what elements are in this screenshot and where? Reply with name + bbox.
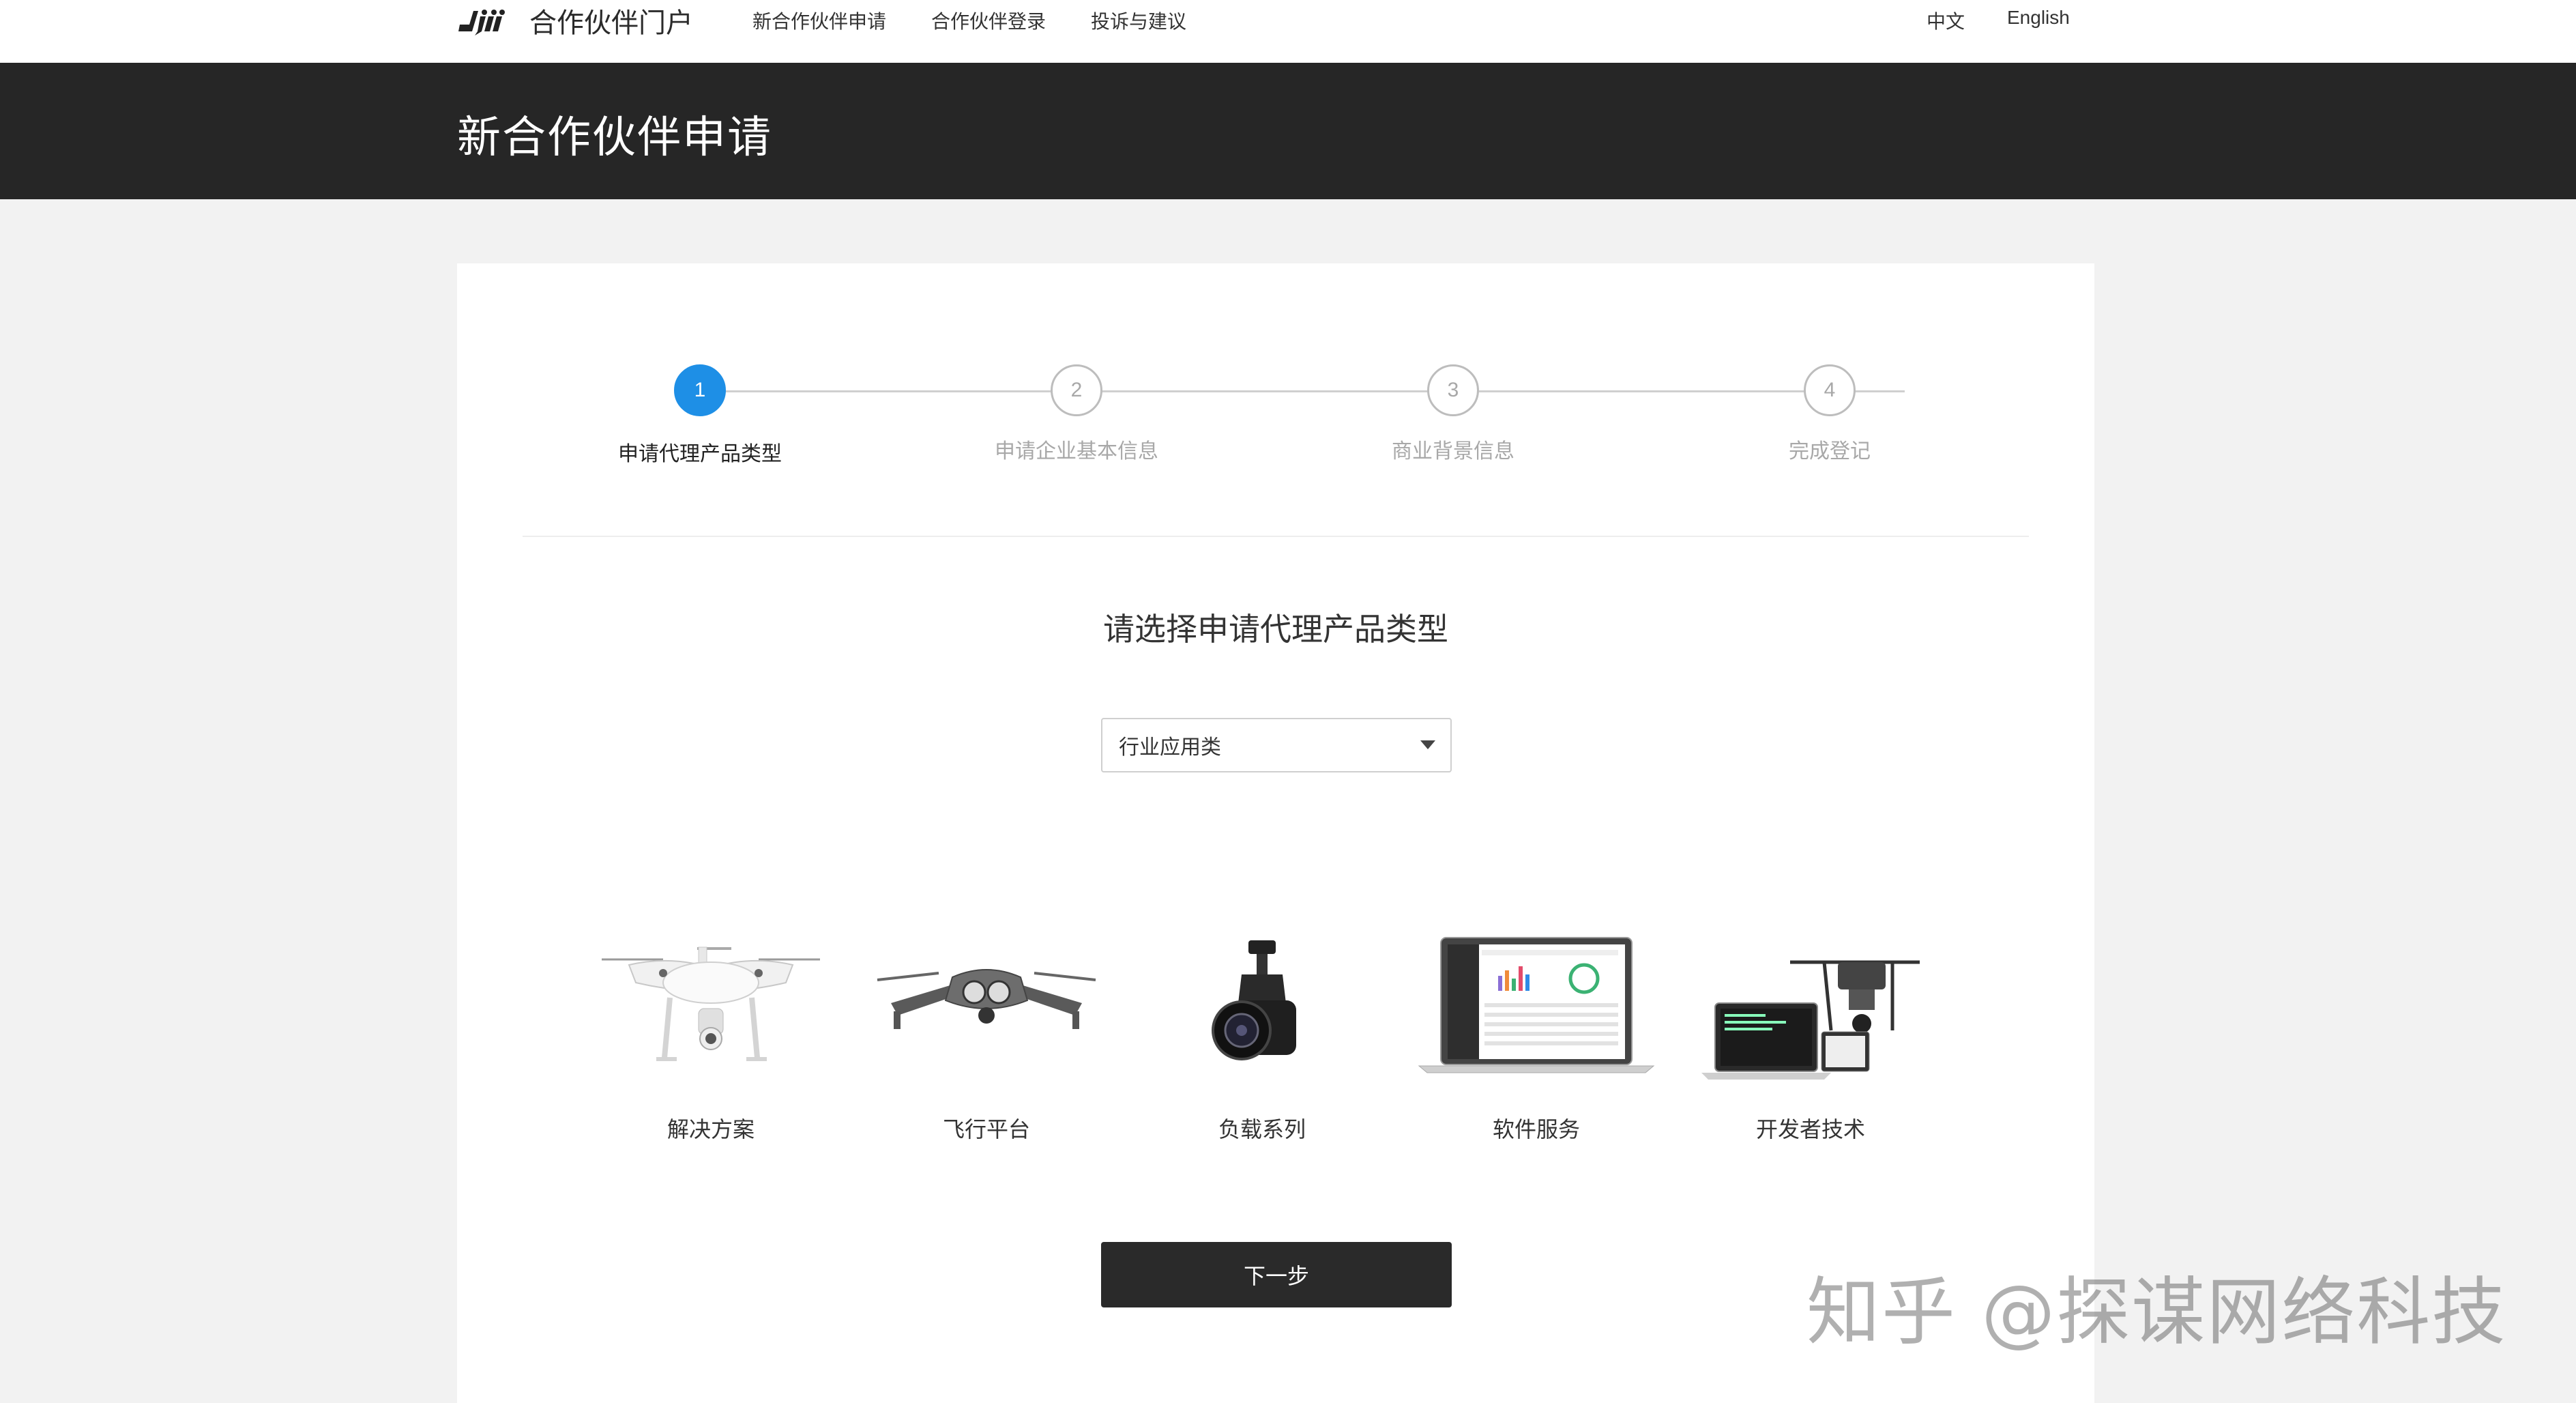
product-category-value: 行业应用类 <box>1119 736 1221 760</box>
product-label: 解决方案 <box>667 1116 755 1142</box>
lang-chinese[interactable]: 中文 <box>1927 7 1965 34</box>
watermark: 知乎 @探谋网络科技 <box>1806 1270 2507 1355</box>
product-option-payload[interactable]: 负载系列 <box>1139 935 1385 1160</box>
product-option-developer[interactable]: 开发者技术 <box>1688 935 1933 1160</box>
product-label: 开发者技术 <box>1755 1116 1865 1142</box>
section-title: 请选择申请代理产品类型 <box>1103 611 1448 648</box>
brand-logo[interactable]: 合作伙伴门户 <box>457 0 693 41</box>
lang-english[interactable]: English <box>2007 7 2070 29</box>
portal-name: 合作伙伴门户 <box>529 8 693 39</box>
main-nav: 新合作伙伴申请 合作伙伴登录 投诉与建议 <box>752 7 1186 34</box>
quadcopter-drone-icon <box>602 946 820 1061</box>
product-label: 负载系列 <box>1218 1116 1306 1142</box>
nav-new-partner-apply[interactable]: 新合作伙伴申请 <box>752 7 886 34</box>
next-step-button[interactable]: 下一步 <box>1101 1242 1452 1307</box>
step-4-label: 完成登记 <box>1789 439 1871 463</box>
step-1-circle: 1 <box>674 364 726 416</box>
foldable-drone-icon <box>877 969 1096 1029</box>
nav-complaints-suggestions[interactable]: 投诉与建议 <box>1091 7 1186 34</box>
product-label: 飞行平台 <box>942 1116 1030 1142</box>
application-card: 1 申请代理产品类型 2 申请企业基本信息 3 商业背景信息 4 完成登记 请选… <box>457 263 2094 1403</box>
laptop-dashboard-icon <box>1418 937 1655 1073</box>
page-title: 新合作伙伴申请 <box>457 113 772 163</box>
product-option-solutions[interactable]: 解决方案 <box>588 935 834 1160</box>
step-4-circle: 4 <box>1804 364 1856 416</box>
nav-partner-login[interactable]: 合作伙伴登录 <box>931 7 1046 34</box>
developer-drone-laptop-icon <box>1701 960 1920 1080</box>
step-3-label: 商业背景信息 <box>1392 439 1514 463</box>
page-banner: 新合作伙伴申请 <box>0 63 2576 199</box>
step-2-circle: 2 <box>1051 364 1102 416</box>
product-category-select[interactable]: 行业应用类 <box>1101 718 1452 772</box>
step-2-label: 申请企业基本信息 <box>995 439 1158 463</box>
stepper-line <box>700 390 1905 392</box>
step-3-circle: 3 <box>1427 364 1479 416</box>
product-option-flight-platform[interactable]: 飞行平台 <box>864 935 1109 1160</box>
top-navigation: 合作伙伴门户 新合作伙伴申请 合作伙伴登录 投诉与建议 中文 English <box>0 0 2576 63</box>
gimbal-camera-icon <box>1212 940 1296 1060</box>
section-divider <box>523 536 2029 537</box>
step-1-label: 申请代理产品类型 <box>618 442 782 466</box>
caret-down-icon <box>1420 740 1435 749</box>
product-option-software[interactable]: 软件服务 <box>1414 935 1659 1160</box>
dji-logo-icon <box>458 10 505 35</box>
product-label: 软件服务 <box>1492 1116 1580 1142</box>
